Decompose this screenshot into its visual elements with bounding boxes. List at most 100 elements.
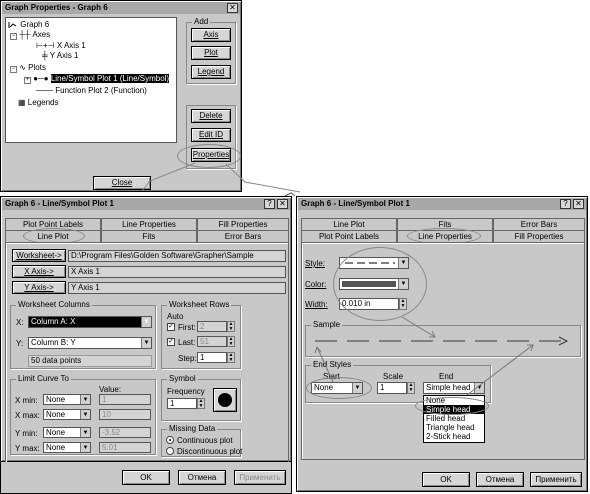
ok-button[interactable]: OK bbox=[422, 472, 470, 487]
y-max-select[interactable]: None ▼ bbox=[43, 442, 91, 453]
edit-id-button[interactable]: Edit ID bbox=[191, 128, 231, 142]
y-max-value[interactable]: 5.01 bbox=[99, 442, 151, 453]
add-legend-button[interactable]: Legend bbox=[191, 65, 231, 79]
x-column-select[interactable]: Column A: X ▼ bbox=[28, 316, 152, 328]
help-icon[interactable]: ? bbox=[560, 199, 571, 209]
collapse-icon[interactable]: − bbox=[10, 33, 17, 40]
tree-item-x-axis[interactable]: ⊢+⊣ X Axis 1 bbox=[36, 41, 86, 50]
continuous-radio[interactable] bbox=[166, 436, 174, 444]
tab-fill-properties[interactable]: Fill Properties bbox=[197, 218, 289, 230]
step-spinner[interactable]: ▲ ▼ bbox=[227, 352, 235, 363]
end-option-triangle-head[interactable]: Triangle head bbox=[424, 423, 484, 432]
add-axis-button[interactable]: Axis bbox=[191, 28, 231, 42]
tree-label-x-axis: X Axis 1 bbox=[56, 41, 86, 50]
tree-item-legends[interactable]: ▦ Legends bbox=[18, 98, 59, 107]
tree-item-y-axis[interactable]: ╪ Y Axis 1 bbox=[42, 51, 79, 60]
close-button[interactable]: Close bbox=[93, 176, 151, 190]
start-select-value: None bbox=[314, 383, 334, 392]
tree-item-plots[interactable]: − ∿ Plots bbox=[10, 63, 46, 73]
close-icon[interactable]: ✕ bbox=[277, 199, 288, 209]
chevron-down-icon[interactable]: ▼ bbox=[80, 443, 90, 452]
apply-button[interactable]: Применить bbox=[234, 470, 286, 485]
last-row-field[interactable]: 51 bbox=[197, 336, 227, 347]
symbol-button[interactable] bbox=[213, 388, 237, 412]
frequency-spinner[interactable]: ▲ ▼ bbox=[197, 398, 205, 409]
limit-curve-label: Limit Curve To bbox=[16, 374, 71, 383]
tab-plot-point-labels[interactable]: Plot Point Labels bbox=[5, 218, 101, 230]
x-max-select[interactable]: None ▼ bbox=[43, 409, 91, 420]
tree-item-plot2[interactable]: ─── Function Plot 2 (Function) bbox=[36, 86, 147, 95]
close-icon[interactable]: ✕ bbox=[227, 3, 238, 13]
chevron-down-icon[interactable]: ▼ bbox=[80, 395, 90, 404]
expand-icon[interactable]: + bbox=[24, 77, 31, 84]
chevron-down-icon[interactable]: ▼ bbox=[474, 383, 484, 393]
filled-circle-icon bbox=[218, 393, 232, 407]
x-max-value[interactable]: 10 bbox=[99, 409, 151, 420]
style-select[interactable]: ▼ bbox=[339, 257, 409, 269]
width-spinner[interactable]: ▲ ▼ bbox=[399, 298, 407, 310]
end-select[interactable]: Simple head ▼ bbox=[423, 382, 485, 394]
y-max-label: Y max: bbox=[15, 444, 40, 453]
start-select[interactable]: None ▼ bbox=[311, 382, 363, 394]
first-auto-checkbox[interactable]: ✓ bbox=[167, 323, 175, 331]
tab-error-bars[interactable]: Error Bars bbox=[493, 218, 585, 230]
x-axis-button[interactable]: X Axis-> bbox=[12, 265, 66, 278]
start-label: Start bbox=[323, 372, 340, 381]
continuous-label: Continuous plot bbox=[177, 436, 233, 445]
first-row-spinner[interactable]: ▲ ▼ bbox=[227, 321, 235, 332]
color-select[interactable]: ▼ bbox=[339, 278, 409, 290]
worksheet-button[interactable]: Worksheet-> bbox=[12, 249, 66, 262]
chevron-down-icon[interactable]: ▼ bbox=[80, 410, 90, 419]
collapse-icon[interactable]: − bbox=[10, 66, 17, 73]
cancel-button[interactable]: Отмена bbox=[178, 470, 226, 485]
discontinuous-radio[interactable] bbox=[166, 447, 174, 455]
last-auto-checkbox[interactable]: ✓ bbox=[167, 338, 175, 346]
end-option-simple-head[interactable]: Simple head bbox=[424, 405, 484, 414]
chevron-down-icon[interactable]: ▼ bbox=[352, 383, 362, 393]
tab-fits[interactable]: Fits bbox=[397, 218, 493, 230]
end-option-2-stick-head[interactable]: 2-Stick head bbox=[424, 432, 484, 441]
first-row-field[interactable]: 2 bbox=[197, 321, 227, 332]
chevron-down-icon[interactable]: ▼ bbox=[80, 428, 90, 437]
chevron-down-icon[interactable]: ▼ bbox=[398, 258, 408, 268]
tab-line-properties[interactable]: Line Properties bbox=[101, 218, 197, 230]
worksheet-path-field: D:\Program Files\Golden Software\Grapher… bbox=[68, 250, 286, 262]
add-plot-button[interactable]: Plot bbox=[191, 46, 231, 60]
end-option-none[interactable]: None bbox=[424, 396, 484, 405]
chevron-down-icon[interactable]: ▼ bbox=[398, 279, 408, 289]
scale-field[interactable]: 1 bbox=[377, 382, 407, 394]
step-field[interactable]: 1 bbox=[197, 352, 227, 363]
function-icon: ─── bbox=[36, 86, 54, 95]
width-field[interactable]: 0.010 in bbox=[339, 298, 399, 310]
frequency-field[interactable]: 1 bbox=[167, 398, 197, 409]
tab-error-bars[interactable]: Error Bars bbox=[197, 230, 289, 242]
chevron-down-icon[interactable]: ▼ bbox=[141, 317, 151, 327]
y-min-select[interactable]: None ▼ bbox=[43, 427, 91, 438]
tab-fits[interactable]: Fits bbox=[101, 230, 197, 242]
y-axis-button[interactable]: Y Axis-> bbox=[12, 281, 66, 294]
tree-item-graph[interactable]: Graph 6 bbox=[8, 20, 49, 29]
y-column-select[interactable]: Column B: Y ▼ bbox=[28, 337, 152, 349]
tab-plot-point-labels[interactable]: Plot Point Labels bbox=[301, 230, 397, 242]
line-plot-dialog: Graph 6 - Line/Symbol Plot 1 ? ✕ Plot Po… bbox=[0, 196, 292, 463]
x-min-select[interactable]: None ▼ bbox=[43, 394, 91, 405]
axes-icon: ┼┼ bbox=[19, 30, 31, 39]
tab-fill-properties[interactable]: Fill Properties bbox=[493, 230, 585, 242]
delete-button[interactable]: Delete bbox=[191, 109, 231, 123]
tree-item-axes[interactable]: − ┼┼ Axes bbox=[10, 30, 50, 40]
apply-button[interactable]: Применить bbox=[530, 472, 582, 487]
close-icon[interactable]: ✕ bbox=[573, 199, 584, 209]
y-min-value[interactable]: -3.52 bbox=[99, 427, 151, 438]
help-icon[interactable]: ? bbox=[264, 199, 275, 209]
ok-button[interactable]: OK bbox=[122, 470, 170, 485]
tab-line-plot[interactable]: Line Plot bbox=[301, 218, 397, 230]
cancel-button[interactable]: Отмена bbox=[476, 472, 524, 487]
chevron-down-icon[interactable]: ▼ bbox=[141, 338, 151, 348]
properties-button[interactable]: Properties bbox=[191, 148, 231, 162]
last-row-spinner[interactable]: ▲ ▼ bbox=[227, 336, 235, 347]
tree-item-plot1[interactable]: + ●─● Line/Symbol Plot 1 (Line/Symbol) bbox=[24, 74, 170, 84]
x-max-label: X max: bbox=[15, 411, 40, 420]
end-option-filled-head[interactable]: Filled head bbox=[424, 414, 484, 423]
x-min-value[interactable]: 1 bbox=[99, 394, 151, 405]
scale-spinner[interactable]: ▲ ▼ bbox=[407, 382, 415, 394]
